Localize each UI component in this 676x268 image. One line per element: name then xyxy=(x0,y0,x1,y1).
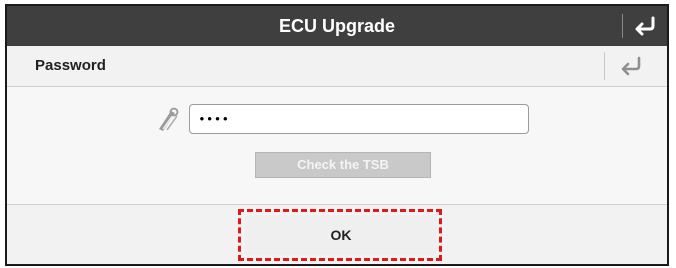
password-header: Password xyxy=(7,46,667,87)
section-label: Password xyxy=(35,57,106,74)
password-content: Check the TSB xyxy=(7,87,667,204)
title-bar: ECU Upgrade xyxy=(7,6,667,46)
check-tsb-button: Check the TSB xyxy=(255,152,431,178)
action-bar: OK xyxy=(7,204,667,264)
dialog-title: ECU Upgrade xyxy=(278,16,395,36)
key-icon xyxy=(159,107,179,131)
title-separator xyxy=(622,14,623,38)
ecu-upgrade-dialog: ECU Upgrade Password Check the TSB OK xyxy=(5,4,669,266)
return-arrow-icon[interactable] xyxy=(617,54,645,78)
return-arrow-icon[interactable] xyxy=(631,13,659,39)
header-separator xyxy=(604,52,605,80)
ok-button[interactable]: OK xyxy=(245,215,437,255)
password-input[interactable] xyxy=(189,104,529,134)
